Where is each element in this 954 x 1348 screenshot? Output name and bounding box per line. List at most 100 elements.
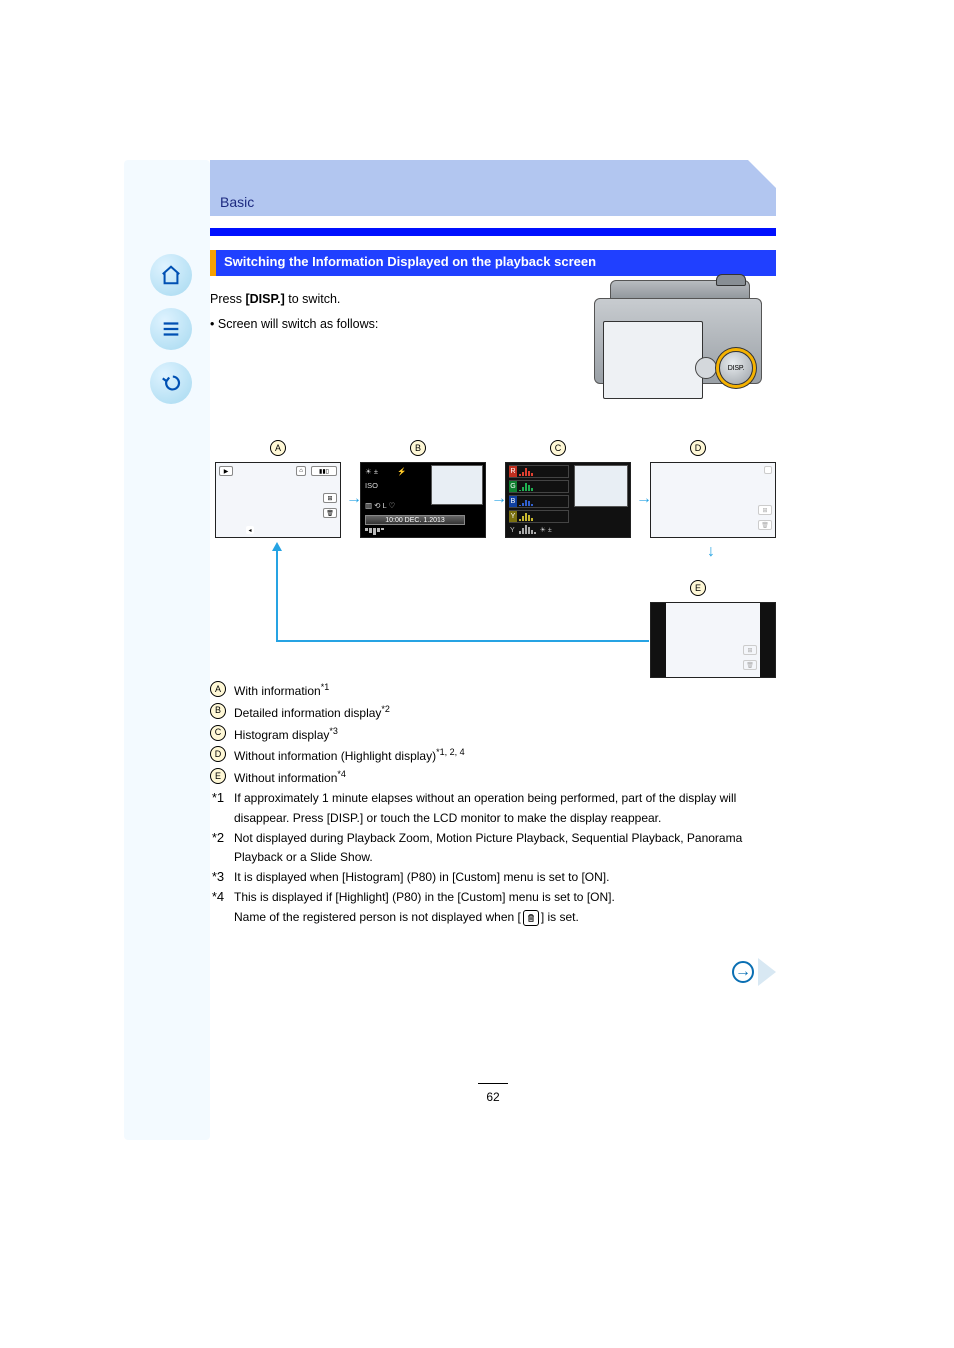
flow-line-horizontal bbox=[278, 640, 649, 642]
label-d: D bbox=[690, 440, 706, 456]
brightness-histogram bbox=[519, 525, 536, 534]
intro-part1: Press bbox=[210, 292, 245, 306]
exp-icon: ☀ ± bbox=[540, 526, 552, 534]
camera-disp-label: DISP. bbox=[728, 365, 744, 372]
intro-bullet: • Screen will switch as follows: bbox=[210, 315, 540, 334]
arrow-de: ↓ bbox=[707, 543, 715, 561]
footnote-3: *3It is displayed when [Histogram] (P80)… bbox=[210, 868, 776, 888]
corner-notch-icon bbox=[748, 160, 776, 188]
misc-icons: ▥ ⟲ L ♡ bbox=[365, 501, 395, 510]
flow-line-vertical bbox=[276, 550, 278, 642]
screen-with-info: ▶ ▮▮▯ ⌂ ⊞ 🗑 ◂ bbox=[215, 462, 341, 538]
back-button[interactable] bbox=[150, 362, 192, 404]
legend-d-notes: *1, 2, 4 bbox=[436, 747, 465, 757]
delete-hint-faded: 🗑 bbox=[758, 520, 772, 530]
divider-bar bbox=[210, 228, 776, 236]
legend-a-notes: *1 bbox=[321, 682, 330, 692]
legend-c-notes: *3 bbox=[329, 726, 338, 736]
legend-b-notes: *2 bbox=[381, 704, 390, 714]
iso-label: ISO bbox=[365, 481, 378, 490]
footnote-1: *1If approximately 1 minute elapses with… bbox=[210, 789, 776, 829]
home-icon bbox=[160, 264, 182, 286]
section-title: Switching the Information Displayed on t… bbox=[224, 254, 596, 269]
back-icon bbox=[160, 372, 182, 394]
footnote-2: *2Not displayed during Playback Zoom, Mo… bbox=[210, 829, 776, 869]
legend-d-text: Without information (Highlight display) bbox=[234, 749, 436, 763]
accent-slab bbox=[210, 250, 216, 276]
screen-histogram: R G B Y Y ☀ ± bbox=[505, 462, 631, 538]
black-bar-right bbox=[760, 603, 775, 677]
page-number-text: 62 bbox=[486, 1090, 499, 1104]
play-icon: ▶ bbox=[219, 466, 233, 476]
hist-y-label: Y bbox=[509, 511, 517, 522]
footnote-3-text: It is displayed when [Histogram] (P80) i… bbox=[234, 868, 776, 888]
legend-c-text: Histogram display bbox=[234, 728, 329, 742]
label-a: A bbox=[270, 440, 286, 456]
intro-bullet-text: Screen will switch as follows: bbox=[218, 317, 378, 331]
timestamp: 10:00 DEC. 1.2013 bbox=[365, 515, 465, 525]
next-page-button[interactable]: → bbox=[726, 958, 776, 986]
hist-y2-label: Y bbox=[510, 527, 515, 534]
main-content: Basic Switching the Information Displaye… bbox=[210, 160, 776, 1140]
legend-list: AWith information*1 BDetailed informatio… bbox=[210, 680, 776, 928]
footnote-2-text: Not displayed during Playback Zoom, Moti… bbox=[234, 829, 776, 869]
display-cycle-diagram: A B C D E ▶ ▮▮▯ ⌂ ⊞ 🗑 ◂ → ☀ ± ⚡ ISO ▥ ⟲ … bbox=[210, 440, 776, 700]
highlight-dot bbox=[764, 466, 772, 474]
screen-detailed-info: ☀ ± ⚡ ISO ▥ ⟲ L ♡ 10:00 DEC. 1.2013 bbox=[360, 462, 486, 538]
section-title-bar: Switching the Information Displayed on t… bbox=[210, 250, 776, 276]
label-e: E bbox=[690, 580, 706, 596]
info-thumbnail bbox=[431, 465, 483, 505]
legend-a-text: With information bbox=[234, 684, 321, 698]
page: Basic Switching the Information Displaye… bbox=[0, 0, 954, 1348]
mode-icon-faded: ⊞ bbox=[758, 505, 772, 515]
footnote-1-text: If approximately 1 minute elapses withou… bbox=[234, 789, 776, 829]
hist-b-label: B bbox=[509, 496, 517, 507]
hist-g-label: G bbox=[509, 481, 517, 492]
delete-hint-icon: 🗑 bbox=[323, 508, 337, 518]
delete-hint-e: 🗑 bbox=[743, 660, 757, 670]
mode-icon: ⊞ bbox=[323, 493, 337, 503]
category-label: Basic bbox=[220, 194, 254, 210]
footnote-4: *4This is displayed if [Highlight] (P80)… bbox=[210, 888, 776, 928]
legend-item-c: CHistogram display*3 bbox=[210, 724, 776, 746]
legend-e-notes: *4 bbox=[337, 769, 346, 779]
flash-icon: ⚡ bbox=[397, 467, 406, 476]
menu-button[interactable] bbox=[150, 308, 192, 350]
sidebar-bg bbox=[124, 160, 210, 1140]
footnote-4-text: This is displayed if [Highlight] (P80) i… bbox=[234, 888, 776, 928]
camera-body: DISP. bbox=[594, 298, 762, 384]
screen-no-info-highlight: ⊞ 🗑 bbox=[650, 462, 776, 538]
screen-no-info: ⊞ 🗑 bbox=[650, 602, 776, 678]
trash-icon bbox=[523, 910, 539, 926]
home-button[interactable] bbox=[150, 254, 192, 296]
black-bar-left bbox=[651, 603, 666, 677]
camera-illustration: DISP. bbox=[590, 280, 766, 388]
mini-histogram bbox=[365, 528, 387, 535]
disp-key-label: [DISP.] bbox=[245, 292, 284, 306]
camera-screen bbox=[603, 321, 703, 399]
battery-icon: ▮▮▯ bbox=[311, 466, 337, 476]
hist-footer: Y ☀ ± bbox=[510, 525, 552, 534]
legend-item-e: EWithout information*4 bbox=[210, 767, 776, 789]
next-arrow-icon: → bbox=[732, 961, 754, 983]
next-triangle-icon bbox=[758, 958, 776, 986]
page-number: 62 bbox=[210, 1076, 776, 1104]
af-icon: ⌂ bbox=[296, 466, 306, 476]
hist-r-label: R bbox=[509, 466, 517, 477]
intro-text: Press [DISP.] to switch. • Screen will s… bbox=[210, 290, 540, 334]
mode-icon-e: ⊞ bbox=[743, 645, 757, 655]
gps-icon: ◂ bbox=[246, 526, 254, 534]
legend-item-b: BDetailed information display*2 bbox=[210, 702, 776, 724]
legend-item-d: DWithout information (Highlight display)… bbox=[210, 745, 776, 767]
hist-thumbnail bbox=[574, 465, 628, 507]
legend-item-a: AWith information*1 bbox=[210, 680, 776, 702]
legend-b-text: Detailed information display bbox=[234, 706, 381, 720]
camera-secondary-button bbox=[695, 357, 717, 379]
category-banner: Basic bbox=[210, 160, 776, 216]
camera-dial bbox=[716, 274, 746, 286]
flow-arrowhead bbox=[272, 542, 282, 551]
camera-disp-button: DISP. bbox=[719, 351, 753, 385]
label-c: C bbox=[550, 440, 566, 456]
legend-e-text: Without information bbox=[234, 771, 337, 785]
intro-part2: to switch. bbox=[285, 292, 341, 306]
